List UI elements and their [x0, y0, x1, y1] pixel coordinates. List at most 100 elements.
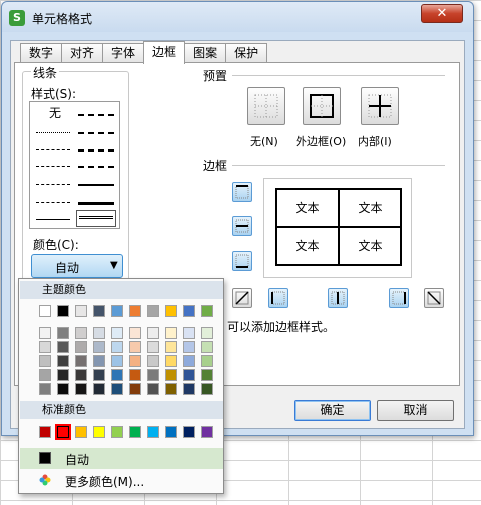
theme-shade-swatch[interactable] — [111, 327, 123, 339]
theme-shade-swatch[interactable] — [165, 355, 177, 367]
theme-shade-swatch[interactable] — [183, 355, 195, 367]
standard-color-swatch[interactable] — [147, 426, 159, 438]
cancel-button[interactable]: 取消 — [377, 400, 454, 421]
theme-shade-swatch[interactable] — [165, 383, 177, 395]
theme-shade-swatch[interactable] — [39, 369, 51, 381]
standard-color-swatch[interactable] — [39, 426, 51, 438]
theme-shade-swatch[interactable] — [147, 355, 159, 367]
tab-border[interactable]: 边框 — [143, 41, 186, 64]
theme-shade-swatch[interactable] — [129, 355, 141, 367]
border-left-button[interactable] — [268, 288, 288, 308]
line-style-option[interactable] — [36, 202, 70, 203]
border-right-button[interactable] — [389, 288, 409, 308]
theme-shade-swatch[interactable] — [201, 383, 213, 395]
theme-shade-swatch[interactable] — [147, 369, 159, 381]
theme-shade-swatch[interactable] — [39, 383, 51, 395]
theme-shade-swatch[interactable] — [147, 383, 159, 395]
theme-color-swatch[interactable] — [147, 305, 159, 317]
preset-outline-button[interactable] — [303, 87, 341, 125]
theme-shade-swatch[interactable] — [93, 355, 105, 367]
theme-color-swatch[interactable] — [75, 305, 87, 317]
theme-shade-swatch[interactable] — [57, 327, 69, 339]
line-style-option[interactable] — [78, 202, 114, 205]
line-style-option[interactable] — [36, 166, 70, 167]
theme-shade-swatch[interactable] — [39, 327, 51, 339]
color-dropdown-button[interactable]: 自动 ▼ — [31, 254, 123, 278]
theme-shade-swatch[interactable] — [147, 341, 159, 353]
close-button[interactable]: ✕ — [421, 4, 463, 23]
line-style-selected[interactable] — [76, 210, 116, 227]
line-style-option[interactable] — [36, 132, 70, 133]
theme-color-swatch[interactable] — [129, 305, 141, 317]
theme-shade-swatch[interactable] — [165, 327, 177, 339]
theme-shade-swatch[interactable] — [201, 327, 213, 339]
theme-shade-swatch[interactable] — [93, 327, 105, 339]
border-diagonal-up-button[interactable] — [232, 288, 252, 308]
preset-inside-button[interactable] — [361, 87, 399, 125]
theme-shade-swatch[interactable] — [57, 369, 69, 381]
theme-shade-swatch[interactable] — [129, 327, 141, 339]
border-middle-horizontal-button[interactable] — [232, 216, 252, 236]
theme-shade-swatch[interactable] — [111, 355, 123, 367]
theme-shade-swatch[interactable] — [183, 327, 195, 339]
theme-color-swatch[interactable] — [183, 305, 195, 317]
standard-color-swatch[interactable] — [129, 426, 141, 438]
theme-shade-swatch[interactable] — [147, 327, 159, 339]
theme-shade-swatch[interactable] — [57, 355, 69, 367]
standard-color-swatch[interactable] — [111, 426, 123, 438]
theme-shade-swatch[interactable] — [39, 341, 51, 353]
theme-shade-swatch[interactable] — [165, 341, 177, 353]
theme-shade-swatch[interactable] — [93, 369, 105, 381]
theme-color-swatch[interactable] — [111, 305, 123, 317]
theme-color-swatch[interactable] — [39, 305, 51, 317]
theme-shade-swatch[interactable] — [75, 369, 87, 381]
theme-color-swatch[interactable] — [165, 305, 177, 317]
more-colors-item[interactable]: 更多颜色(M)... — [20, 470, 223, 491]
theme-shade-swatch[interactable] — [93, 341, 105, 353]
auto-color-item[interactable]: 自动 — [20, 448, 223, 469]
theme-shade-swatch[interactable] — [201, 369, 213, 381]
theme-shade-swatch[interactable] — [39, 355, 51, 367]
line-style-option[interactable] — [36, 219, 70, 220]
standard-color-swatch[interactable] — [55, 424, 71, 440]
dialog-titlebar[interactable]: S 单元格格式 ✕ — [2, 2, 473, 32]
border-middle-vertical-button[interactable] — [328, 288, 348, 308]
border-bottom-button[interactable] — [232, 251, 252, 271]
line-none-option[interactable]: 无 — [47, 104, 63, 121]
theme-shade-swatch[interactable] — [111, 341, 123, 353]
theme-shade-swatch[interactable] — [183, 341, 195, 353]
theme-shade-swatch[interactable] — [75, 327, 87, 339]
theme-shade-swatch[interactable] — [93, 383, 105, 395]
theme-color-swatch[interactable] — [201, 305, 213, 317]
theme-shade-swatch[interactable] — [129, 369, 141, 381]
theme-shade-swatch[interactable] — [75, 341, 87, 353]
theme-shade-swatch[interactable] — [111, 369, 123, 381]
tab-number[interactable]: 数字 — [20, 43, 63, 63]
preset-none-button[interactable] — [247, 87, 285, 125]
tab-protection[interactable]: 保护 — [225, 43, 268, 63]
theme-shade-swatch[interactable] — [75, 355, 87, 367]
standard-color-swatch[interactable] — [75, 426, 87, 438]
theme-shade-swatch[interactable] — [201, 341, 213, 353]
standard-color-swatch[interactable] — [183, 426, 195, 438]
theme-shade-swatch[interactable] — [57, 341, 69, 353]
theme-shade-swatch[interactable] — [57, 383, 69, 395]
theme-color-swatch[interactable] — [93, 305, 105, 317]
theme-color-swatch[interactable] — [57, 305, 69, 317]
standard-color-swatch[interactable] — [93, 426, 105, 438]
ok-button[interactable]: 确定 — [294, 400, 371, 421]
line-style-option[interactable] — [78, 114, 114, 116]
border-diagonal-down-button[interactable] — [424, 288, 444, 308]
line-style-list[interactable]: 无 — [29, 101, 120, 229]
theme-shade-swatch[interactable] — [111, 383, 123, 395]
theme-shade-swatch[interactable] — [165, 369, 177, 381]
tab-pattern[interactable]: 图案 — [184, 43, 227, 63]
standard-color-swatch[interactable] — [165, 426, 177, 438]
theme-shade-swatch[interactable] — [75, 383, 87, 395]
theme-shade-swatch[interactable] — [183, 383, 195, 395]
theme-shade-swatch[interactable] — [201, 355, 213, 367]
border-top-button[interactable] — [232, 182, 252, 202]
line-style-option[interactable] — [36, 184, 70, 185]
line-style-option[interactable] — [78, 166, 114, 168]
line-style-option[interactable] — [36, 149, 70, 150]
